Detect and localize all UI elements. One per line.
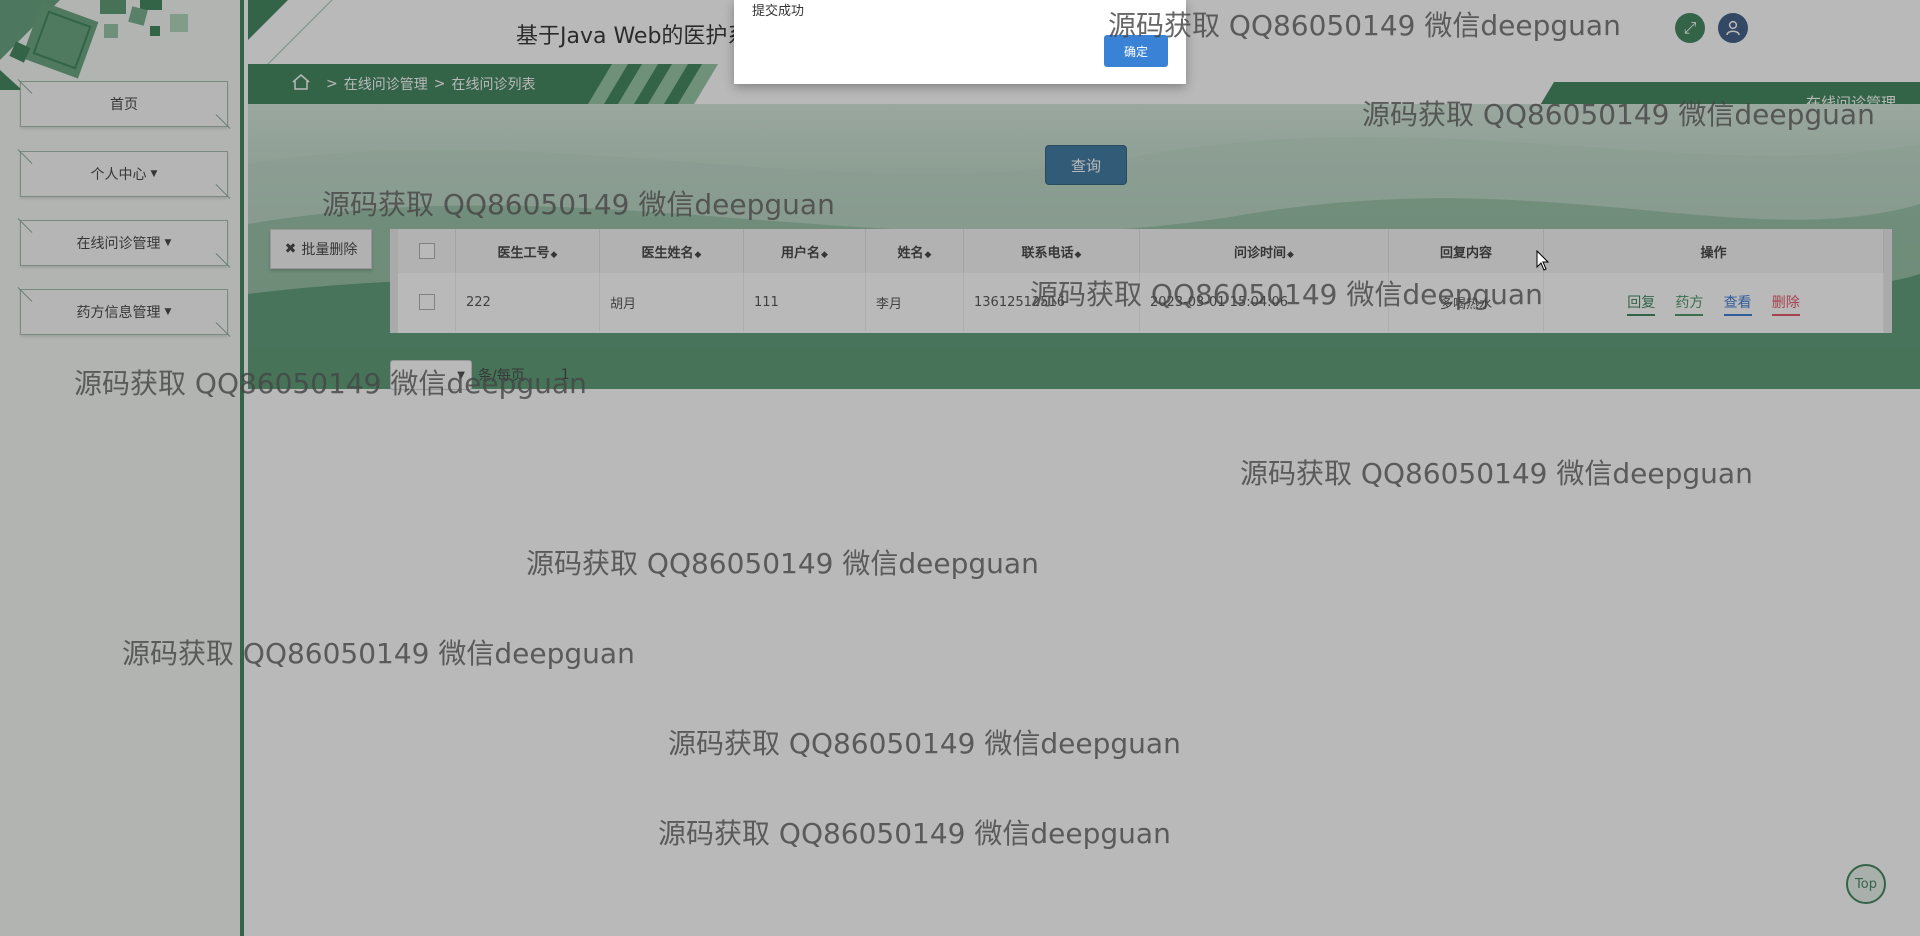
alert-dialog: 提交成功 确定 bbox=[734, 0, 1186, 84]
mouse-cursor-icon bbox=[1536, 250, 1550, 271]
dialog-ok-button[interactable]: 确定 bbox=[1104, 35, 1168, 67]
dialog-message: 提交成功 bbox=[752, 4, 805, 19]
modal-overlay[interactable] bbox=[0, 0, 1920, 936]
